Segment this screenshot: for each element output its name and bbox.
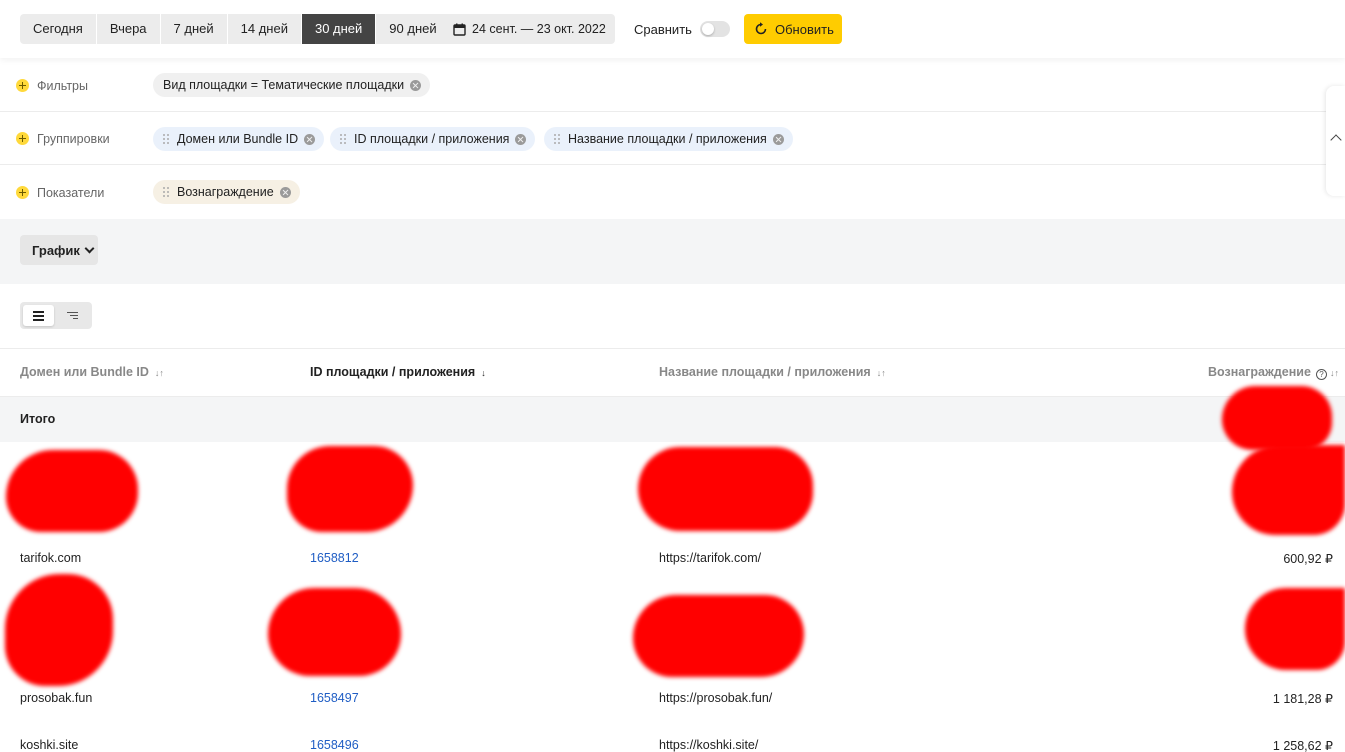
- filters-row: Фильтры Вид площадки = Тематические площ…: [0, 59, 1345, 112]
- table-view-switch: [20, 302, 92, 329]
- compare-label: Сравнить: [634, 21, 692, 37]
- flat-view-button[interactable]: [23, 305, 54, 326]
- domain-cell: koshki.site: [20, 738, 79, 752]
- period-30-days-button[interactable]: 30 дней: [301, 14, 377, 44]
- column-header-name[interactable]: Название площадки / приложения ↓↑: [659, 365, 886, 379]
- sort-icon[interactable]: ↓↑: [155, 368, 164, 378]
- grouping-chip-label: Домен или Bundle ID: [177, 132, 299, 146]
- period-selector: Сегодня Вчера 7 дней 14 дней 30 дней 90 …: [20, 14, 450, 44]
- chart-button-label: График: [32, 242, 80, 258]
- groupings-label: Группировки: [37, 132, 110, 146]
- chart-toggle-button[interactable]: График: [20, 235, 98, 265]
- remove-grouping-icon[interactable]: [515, 133, 527, 145]
- add-grouping-icon[interactable]: [16, 132, 29, 145]
- sort-desc-icon[interactable]: ↓: [481, 368, 486, 378]
- remove-grouping-icon[interactable]: [304, 133, 316, 145]
- date-range-button[interactable]: 24 сент. — 23 окт. 2022: [442, 14, 615, 44]
- date-range-label: 24 сент. — 23 окт. 2022: [472, 22, 606, 36]
- report-toolbar: Сегодня Вчера 7 дней 14 дней 30 дней 90 …: [0, 0, 1345, 58]
- total-label: Итого: [20, 412, 56, 426]
- place-id-link[interactable]: 1658496: [310, 738, 359, 752]
- column-header-label: Вознаграждение: [1208, 365, 1311, 379]
- filter-chip-label: Вид площадки = Тематические площадки: [163, 78, 405, 92]
- reward-cell: 600,92 ₽: [1283, 552, 1333, 566]
- tree-view-button[interactable]: [57, 305, 88, 326]
- metrics-label: Показатели: [37, 186, 105, 200]
- redaction-mark: [268, 588, 401, 676]
- compare-toggle[interactable]: [699, 21, 730, 37]
- redaction-mark: [638, 447, 813, 531]
- place-name-cell: https://koshki.site/: [659, 738, 759, 752]
- place-name-cell: https://prosobak.fun/: [659, 691, 773, 705]
- compare-control: Сравнить: [634, 14, 730, 44]
- filter-chip[interactable]: Вид площадки = Тематические площадки: [153, 73, 431, 97]
- place-name-cell: https://tarifok.com/: [659, 551, 762, 565]
- add-filter-icon[interactable]: [16, 79, 29, 92]
- grouping-chip-domain[interactable]: Домен или Bundle ID: [153, 127, 325, 151]
- grouping-chip-id[interactable]: ID площадки / приложения: [330, 127, 536, 151]
- metric-chip-reward[interactable]: Вознаграждение: [153, 180, 300, 204]
- drag-handle-icon[interactable]: [163, 134, 169, 144]
- domain-cell: prosobak.fun: [20, 691, 93, 705]
- add-metric-icon[interactable]: [16, 186, 29, 199]
- period-yesterday-button[interactable]: Вчера: [96, 14, 161, 44]
- calendar-icon: [453, 23, 466, 36]
- column-header-label: Домен или Bundle ID: [20, 365, 149, 379]
- redaction-mark: [287, 446, 413, 532]
- column-header-label: Название площадки / приложения: [659, 365, 871, 379]
- redaction-mark: [633, 595, 804, 677]
- period-7-days-button[interactable]: 7 дней: [160, 14, 228, 44]
- help-icon[interactable]: ?: [1315, 369, 1327, 380]
- chart-section: График: [0, 219, 1345, 284]
- redaction-mark: [6, 450, 138, 532]
- reward-cell: 1 181,28 ₽: [1272, 692, 1333, 706]
- remove-grouping-icon[interactable]: [772, 133, 784, 145]
- domain-cell: tarifok.com: [20, 551, 82, 565]
- chevron-up-icon: [1330, 134, 1342, 146]
- drag-handle-icon[interactable]: [340, 134, 346, 144]
- column-header-id[interactable]: ID площадки / приложения ↓: [310, 365, 486, 379]
- grouping-chip-label: ID площадки / приложения: [354, 132, 510, 146]
- metrics-row: Показатели Вознаграждение: [0, 165, 1345, 218]
- redaction-mark: [1232, 445, 1345, 535]
- remove-filter-icon[interactable]: [410, 79, 422, 91]
- column-header-label: ID площадки / приложения: [310, 365, 476, 379]
- groupings-row: Группировки Домен или Bundle ID ID площа…: [0, 112, 1345, 165]
- refresh-label: Обновить: [775, 21, 834, 37]
- period-14-days-button[interactable]: 14 дней: [227, 14, 302, 44]
- redaction-mark: [1222, 386, 1332, 450]
- table-header: Домен или Bundle ID ↓↑ ID площадки / прил…: [0, 348, 1345, 397]
- sort-icon[interactable]: ↓↑: [877, 368, 886, 378]
- redaction-mark: [1245, 588, 1345, 670]
- reward-cell: 1 258,62 ₽: [1272, 739, 1333, 752]
- total-row: Итого: [0, 397, 1345, 442]
- refresh-button[interactable]: Обновить: [744, 14, 842, 44]
- column-header-domain[interactable]: Домен или Bundle ID ↓↑: [20, 365, 164, 379]
- column-header-reward[interactable]: Вознаграждение? ↓↑: [1208, 365, 1339, 380]
- metric-chip-label: Вознаграждение: [177, 185, 274, 199]
- redaction-mark: [5, 574, 113, 686]
- collapse-panel-button[interactable]: [1326, 86, 1345, 196]
- grouping-chip-name[interactable]: Название площадки / приложения: [544, 127, 793, 151]
- period-today-button[interactable]: Сегодня: [20, 14, 97, 44]
- grouping-chip-label: Название площадки / приложения: [568, 132, 767, 146]
- drag-handle-icon[interactable]: [163, 187, 169, 197]
- place-id-link[interactable]: 1658812: [310, 551, 359, 565]
- drag-handle-icon[interactable]: [554, 134, 560, 144]
- place-id-link[interactable]: 1658497: [310, 691, 359, 705]
- refresh-icon: [755, 22, 767, 35]
- remove-metric-icon[interactable]: [279, 186, 291, 198]
- chevron-down-icon: [84, 243, 95, 253]
- filters-label: Фильтры: [37, 79, 88, 93]
- period-90-days-button[interactable]: 90 дней: [376, 14, 450, 44]
- sort-icon[interactable]: ↓↑: [1330, 368, 1339, 378]
